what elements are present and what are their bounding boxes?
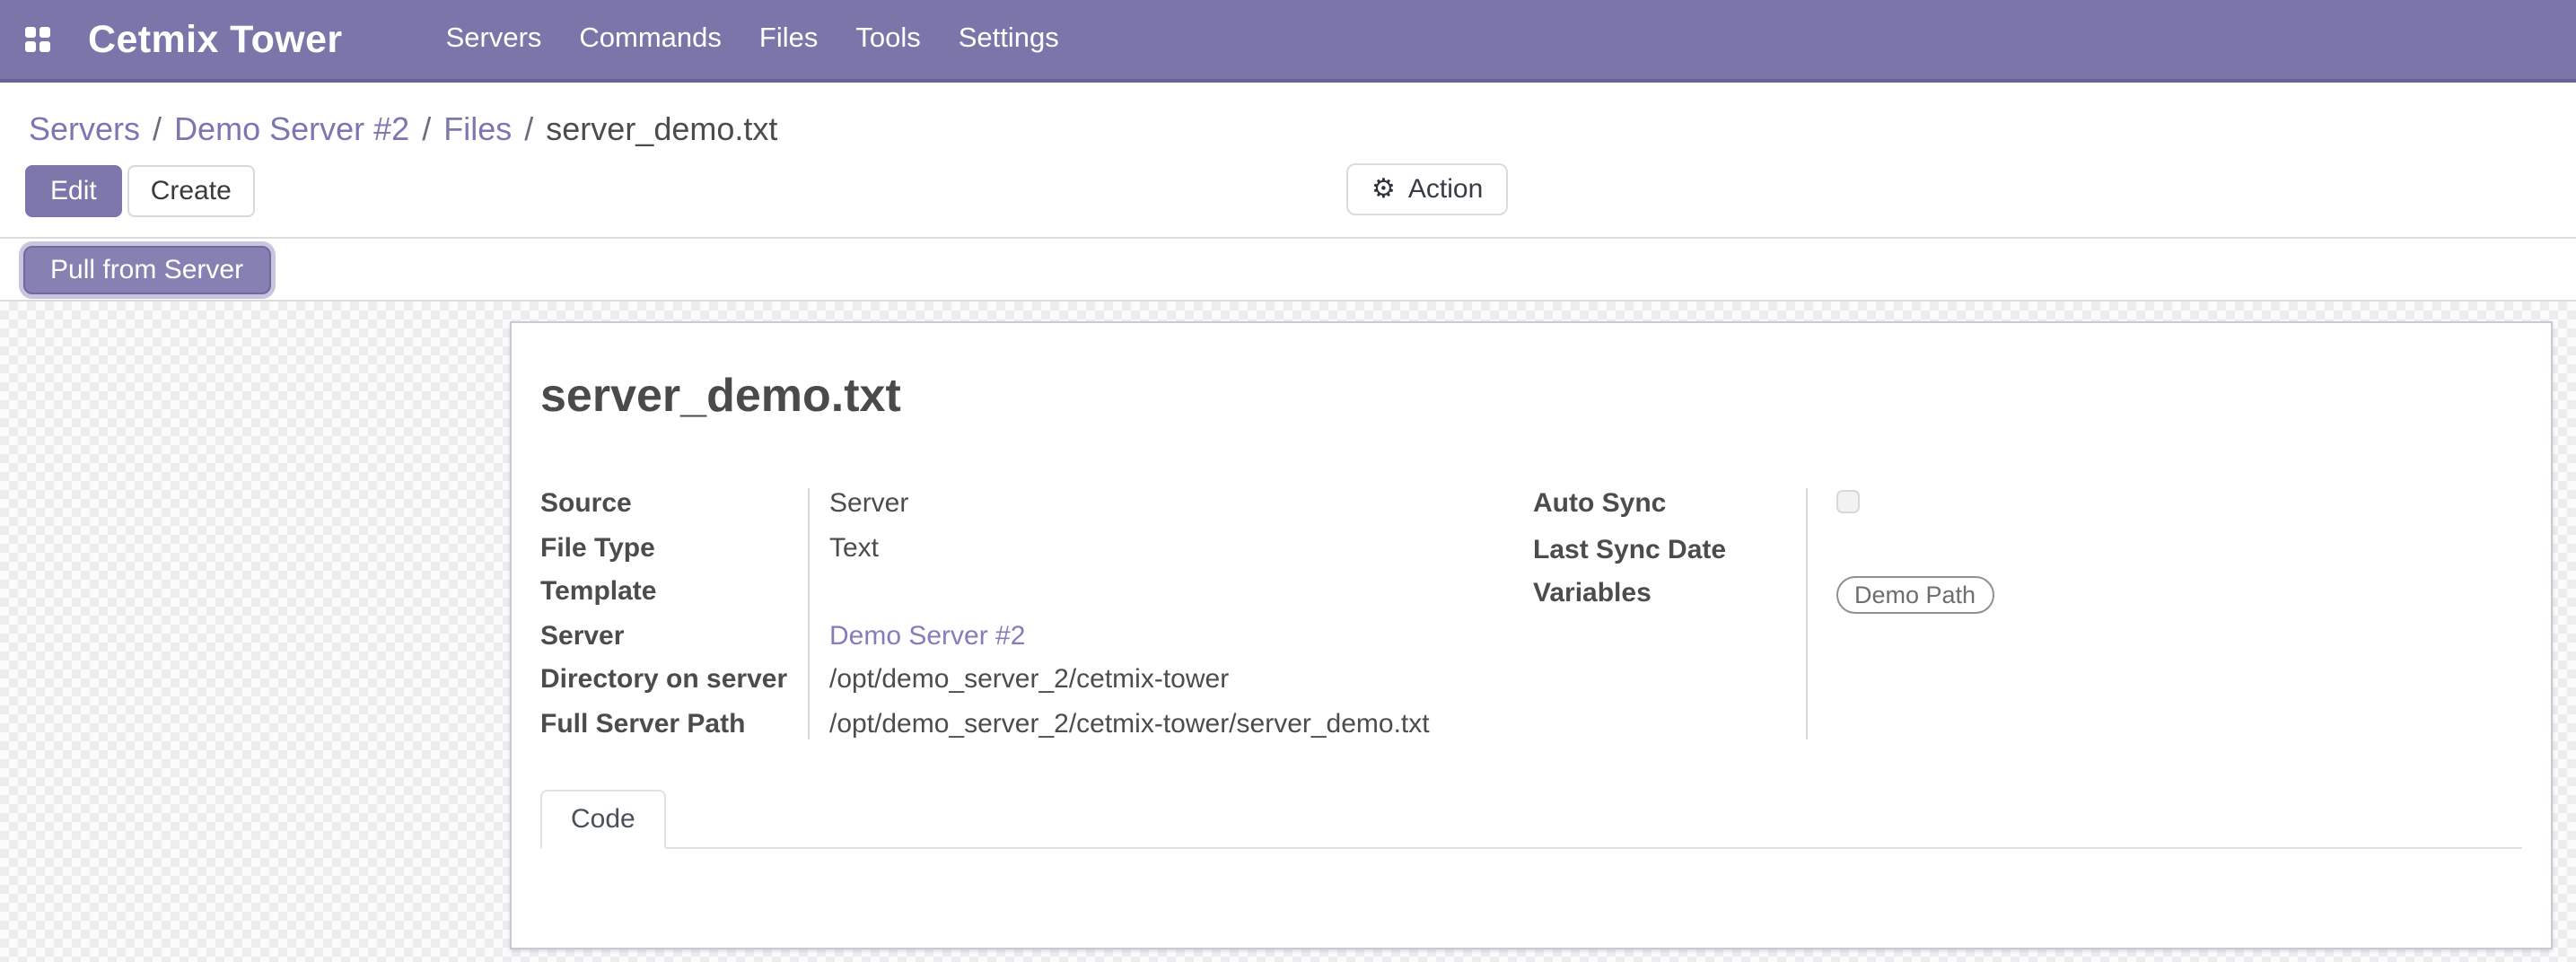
variables-tag[interactable]: Demo Path: [1836, 576, 1993, 614]
action-button[interactable]: ⚙ Action: [1346, 163, 1508, 215]
control-panel: Servers / Demo Server #2 / Files / server_demo…: [0, 83, 2576, 237]
gear-icon: ⚙: [1371, 176, 1396, 203]
app-brand[interactable]: Cetmix Tower: [88, 17, 343, 62]
create-button[interactable]: Create: [127, 165, 255, 217]
breadcrumb-separator: /: [153, 111, 162, 147]
field-value-directory-on-server: /opt/demo_server_2/cetmix-tower: [808, 662, 1533, 697]
action-button-label: Action: [1408, 174, 1483, 205]
breadcrumb-separator: /: [422, 111, 431, 147]
field-value-last-sync-date: [1806, 532, 2522, 567]
breadcrumb-link-2[interactable]: Demo Server #2: [174, 111, 409, 147]
field-divider: [808, 488, 810, 739]
breadcrumb-separator: /: [524, 111, 533, 147]
pull-from-server-button[interactable]: Pull from Server: [23, 245, 270, 293]
field-label-directory-on-server: Directory on server: [540, 662, 808, 697]
notebook-tabs: Code: [540, 790, 2522, 849]
control-panel-buttons: Edit Create: [25, 165, 2576, 217]
menu-item-files[interactable]: Files: [740, 0, 837, 79]
breadcrumb-link-1[interactable]: Servers: [29, 111, 140, 147]
form-background: server_demo.txt SourceServerFile TypeTex…: [0, 302, 2576, 962]
field-label-last-sync-date: Last Sync Date: [1533, 532, 1806, 567]
statusbar: Pull from Server: [0, 237, 2576, 302]
apps-menu-icon-square: [25, 40, 36, 51]
tab-code[interactable]: Code: [540, 790, 666, 849]
apps-menu-icon-square: [39, 26, 50, 37]
apps-menu-icon-square: [39, 40, 50, 51]
field-value-full-server-path: /opt/demo_server_2/cetmix-tower/server_d…: [808, 706, 1533, 741]
field-group-right: Auto Sync Last Sync Date Variables Demo Pat…: [1533, 486, 2522, 741]
field-divider: [1806, 488, 1808, 739]
form-sheet: server_demo.txt SourceServerFile TypeTex…: [510, 321, 2553, 949]
breadcrumb-current: server_demo.txt: [546, 111, 777, 147]
field-value-tags: Demo Path: [1806, 576, 2522, 614]
main-menu: ServersCommandsFilesToolsSettings: [427, 0, 1078, 79]
field-label-auto-sync: Auto Sync: [1533, 486, 1806, 523]
field-label-variables: Variables: [1533, 576, 1806, 614]
menu-item-servers[interactable]: Servers: [427, 0, 561, 79]
field-label-source: Source: [540, 486, 808, 521]
edit-button[interactable]: Edit: [25, 165, 122, 217]
field-value-link[interactable]: Demo Server #2: [808, 618, 1533, 653]
record-title: server_demo.txt: [540, 368, 2522, 424]
menu-item-tools[interactable]: Tools: [837, 0, 939, 79]
top-navbar: Cetmix Tower ServersCommandsFilesToolsSe…: [0, 0, 2576, 83]
field-value-file-type: Text: [808, 530, 1533, 565]
field-label-server: Server: [540, 618, 808, 653]
breadcrumb: Servers / Demo Server #2 / Files / server_demo…: [0, 83, 2576, 149]
field-groups: SourceServerFile TypeTextTemplateServerD…: [540, 486, 2522, 741]
menu-item-settings[interactable]: Settings: [940, 0, 1078, 79]
notebook: Code: [540, 790, 2522, 946]
tab-content-code: [540, 849, 2522, 946]
apps-menu-icon-square: [25, 26, 36, 37]
breadcrumb-link-3[interactable]: Files: [443, 111, 512, 147]
field-label-template: Template: [540, 574, 808, 609]
field-group-left: SourceServerFile TypeTextTemplateServerD…: [540, 486, 1533, 741]
field-label-file-type: File Type: [540, 530, 808, 565]
menu-item-commands[interactable]: Commands: [560, 0, 740, 79]
field-value-template: [808, 574, 1533, 609]
page: Cetmix Tower ServersCommandsFilesToolsSe…: [0, 0, 2576, 962]
apps-menu-icon[interactable]: [25, 26, 52, 53]
field-value-checkbox: [1806, 486, 2522, 523]
field-label-full-server-path: Full Server Path: [540, 706, 808, 741]
auto-sync-checkbox[interactable]: [1836, 490, 1860, 513]
field-value-source: Server: [808, 486, 1533, 521]
